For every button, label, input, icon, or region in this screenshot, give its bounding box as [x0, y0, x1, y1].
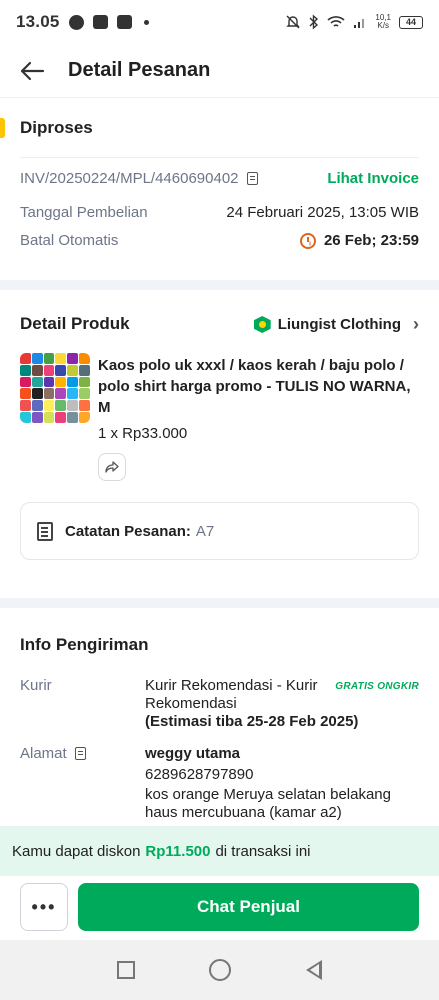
share-icon — [105, 461, 119, 473]
arrow-left-icon — [20, 61, 45, 80]
address-label-row: Alamat — [20, 745, 86, 762]
section-divider — [0, 598, 439, 608]
product-section-title: Detail Produk — [20, 314, 130, 333]
delivery-estimate: (Estimasi tiba 25-28 Feb 2025) — [145, 713, 359, 730]
notification-icon — [68, 14, 84, 30]
status-accent — [0, 118, 5, 138]
product-image[interactable] — [20, 353, 90, 423]
courier-value: Kurir Rekomendasi - Kurir Rekomendasi — [145, 677, 318, 712]
address-label: Alamat — [20, 745, 67, 762]
wifi-icon — [327, 16, 345, 27]
mute-icon — [286, 15, 301, 29]
recents-icon[interactable] — [117, 961, 136, 979]
invoice-row: INV/20250224/MPL/4460690402 Lihat Invoic… — [20, 170, 419, 187]
clock-icon — [299, 232, 316, 249]
back-button[interactable] — [0, 44, 64, 98]
section-divider — [0, 280, 439, 290]
discount-amount: Rp11.500 — [145, 842, 211, 860]
network-speed: 10,1 K/s — [375, 13, 391, 30]
view-invoice-link[interactable]: Lihat Invoice — [327, 170, 419, 187]
bottom-action-bar: ••• Chat Penjual — [0, 876, 439, 940]
discount-suffix: di transaksi ini — [215, 842, 311, 860]
note-icon — [37, 521, 53, 541]
auto-cancel-row: Batal Otomatis 26 Feb; 23:59 — [20, 232, 419, 249]
chat-seller-button[interactable]: Chat Penjual — [78, 883, 419, 931]
auto-cancel-time: 26 Feb; 23:59 — [323, 232, 419, 249]
recipient-name: weggy utama — [145, 745, 241, 762]
discount-banner: Kamu dapat diskon Rp11.500 di transaksi … — [0, 826, 439, 876]
free-shipping-badge: GRATIS ONGKIR — [335, 681, 419, 692]
battery-icon: 44 — [399, 15, 423, 29]
shop-badge-icon — [253, 316, 271, 333]
more-options-button[interactable]: ••• — [20, 883, 68, 931]
copy-address-icon[interactable] — [74, 747, 86, 760]
more-notifications-icon — [143, 19, 149, 25]
recipient-phone: 6289628797890 — [145, 766, 254, 783]
order-note-value: A7 — [195, 522, 215, 540]
purchase-date-label: Tanggal Pembelian — [20, 204, 148, 221]
copy-icon[interactable] — [246, 172, 258, 185]
chevron-right-icon: › — [413, 314, 419, 334]
shop-name: Liungist Clothing — [277, 316, 401, 333]
discount-prefix: Kamu dapat diskon — [12, 842, 141, 860]
home-icon[interactable] — [209, 959, 232, 981]
bag-notification-icon — [116, 15, 132, 29]
back-triangle-icon[interactable] — [305, 960, 322, 980]
status-time: 13.05 — [16, 12, 60, 31]
status-bar: 13.05 10,1 K/s 44 — [0, 0, 439, 44]
shipping-address: kos orange Meruya selatan belakang haus … — [145, 786, 391, 821]
order-status: Diproses — [20, 118, 93, 137]
share-button[interactable] — [98, 453, 126, 481]
order-note-label: Catatan Pesanan: — [65, 522, 191, 540]
auto-cancel-label: Batal Otomatis — [20, 232, 119, 249]
product-quantity-price: 1 x Rp33.000 — [98, 425, 188, 442]
page-title: Detail Pesanan — [68, 59, 211, 81]
order-note-card: Catatan Pesanan: A7 — [20, 502, 419, 560]
bluetooth-icon — [309, 14, 319, 30]
auto-cancel-deadline: 26 Feb; 23:59 — [299, 232, 419, 249]
purchase-date-row: Tanggal Pembelian 24 Februari 2025, 13:0… — [20, 204, 419, 221]
system-nav-bar — [0, 940, 439, 1000]
shop-notification-icon — [92, 15, 108, 29]
courier-label: Kurir — [20, 677, 52, 694]
signal-icon — [354, 19, 365, 28]
divider — [20, 157, 419, 158]
purchase-date: 24 Februari 2025, 13:05 WIB — [226, 204, 419, 221]
shop-link[interactable]: Liungist Clothing › — [253, 314, 419, 335]
invoice-number: INV/20250224/MPL/4460690402 — [20, 170, 239, 187]
product-name[interactable]: Kaos polo uk xxxl / kaos kerah / baju po… — [98, 355, 416, 418]
app-header: Detail Pesanan — [0, 44, 439, 98]
shipping-section-title: Info Pengiriman — [20, 635, 149, 654]
